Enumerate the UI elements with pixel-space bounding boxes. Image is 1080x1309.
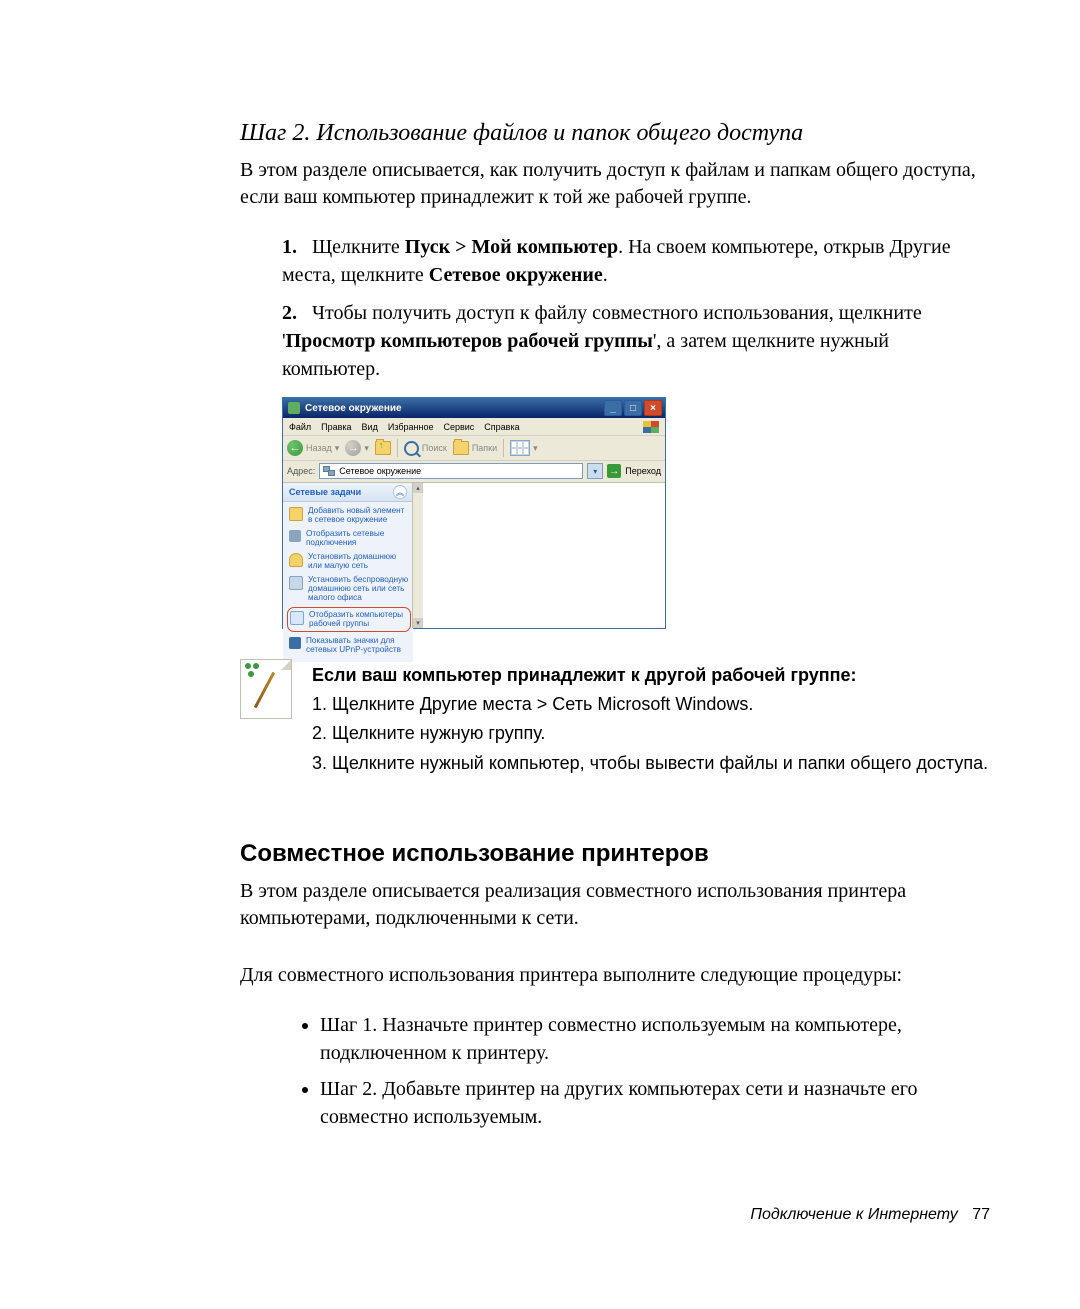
page-footer: Подключение к Интернету 77 (750, 1206, 990, 1224)
window-title: Сетевое окружение (305, 403, 604, 414)
home-icon (289, 553, 303, 567)
task-setup-wireless[interactable]: Установить беспроводную домашнюю сеть ил… (289, 575, 409, 603)
address-label: Адрес: (287, 466, 315, 476)
views-button[interactable]: ▾ (510, 440, 538, 456)
toolbar-separator (503, 439, 504, 457)
document-page: Шаг 2. Использование файлов и папок обще… (0, 0, 1080, 1309)
section-paragraph: Для совместного использования принтера в… (240, 962, 990, 989)
note-item: 1. Щелкните Другие места > Сеть Microsof… (312, 692, 988, 717)
section-paragraph: В этом разделе описывается реализация со… (240, 878, 990, 932)
item-number: 2. (282, 302, 297, 324)
task-show-connections[interactable]: Отобразить сетевые подключения (289, 529, 409, 548)
page-number: 77 (972, 1206, 990, 1223)
folder-icon (289, 507, 303, 521)
task-view-workgroup[interactable]: Отобразить компьютеры рабочей группы (287, 607, 411, 632)
task-upnp-icons[interactable]: Показывать значки для сетевых UPnP-устро… (289, 636, 409, 655)
step-title: Шаг 2. Использование файлов и папок обще… (240, 120, 990, 147)
xp-body: Сетевые задачи ︽ Добавить новый элемент … (283, 483, 665, 628)
note-block: Если ваш компьютер принадлежит к другой … (240, 659, 990, 780)
windows-flag-icon (643, 421, 659, 433)
menu-view[interactable]: Вид (362, 422, 378, 432)
section-printers-title: Совместное использование принтеров (240, 840, 990, 868)
collapse-icon[interactable]: ︽ (393, 485, 407, 499)
instruction-list: 1. Щелкните Пуск > Мой компьютер. На сво… (240, 233, 990, 383)
address-field[interactable]: Сетевое окружение (319, 463, 583, 479)
menu-help[interactable]: Справка (484, 422, 519, 432)
scroll-down-icon[interactable]: ▾ (413, 618, 423, 628)
go-label: Переход (625, 466, 661, 476)
forward-button[interactable]: → ▾ (345, 440, 369, 456)
xp-titlebar: Сетевое окружение _ □ × (283, 398, 665, 418)
menu-edit[interactable]: Правка (321, 422, 351, 432)
tasks-panel: Сетевые задачи ︽ Добавить новый элемент … (283, 483, 414, 628)
list-item: 1. Щелкните Пуск > Мой компьютер. На сво… (282, 233, 990, 289)
go-button[interactable]: → (607, 464, 621, 478)
wireless-icon (289, 576, 303, 590)
menu-file[interactable]: Файл (289, 422, 311, 432)
up-button[interactable] (375, 441, 391, 455)
menu-favorites[interactable]: Избранное (388, 422, 434, 432)
panel-header[interactable]: Сетевые задачи ︽ (283, 483, 413, 502)
item-number: 1. (282, 236, 297, 258)
minimize-button[interactable]: _ (604, 400, 622, 416)
scrollbar[interactable]: ▴ ▾ (412, 483, 423, 628)
note-heading: Если ваш компьютер принадлежит к другой … (312, 665, 856, 685)
network-icon (323, 465, 335, 477)
computers-icon (290, 611, 304, 625)
bullet-item: Шаг 1. Назначьте принтер совместно испол… (320, 1011, 990, 1067)
pen-icon (254, 672, 275, 709)
upnp-icon (289, 637, 301, 649)
xp-menubar: Файл Правка Вид Избранное Сервис Справка (283, 418, 665, 436)
close-button[interactable]: × (644, 400, 662, 416)
bullet-list: Шаг 1. Назначьте принтер совместно испол… (240, 1011, 990, 1131)
shamrock-icon (245, 663, 259, 677)
list-item: 2. Чтобы получить доступ к файлу совмест… (282, 299, 990, 383)
xp-toolbar: ←Назад ▾ → ▾ Поиск Папки ▾ (283, 436, 665, 461)
window-icon (288, 402, 300, 414)
note-item: 2. Щелкните нужную группу. (312, 721, 988, 746)
intro-paragraph: В этом разделе описывается, как получить… (240, 157, 990, 211)
note-icon (240, 659, 292, 719)
content-area (424, 483, 665, 628)
maximize-button[interactable]: □ (624, 400, 642, 416)
address-dropdown[interactable]: ▾ (587, 463, 603, 479)
note-item: 3. Щелкните нужный компьютер, чтобы выве… (312, 751, 988, 776)
footer-text: Подключение к Интернету (750, 1206, 957, 1223)
scroll-up-icon[interactable]: ▴ (413, 483, 423, 493)
toolbar-separator (397, 439, 398, 457)
address-bar: Адрес: Сетевое окружение ▾ → Переход (283, 461, 665, 483)
network-icon (289, 530, 301, 542)
task-setup-home-network[interactable]: Установить домашнюю или малую сеть (289, 552, 409, 571)
folders-button[interactable]: Папки (453, 441, 497, 455)
search-button[interactable]: Поиск (404, 441, 447, 456)
menu-tools[interactable]: Сервис (443, 422, 474, 432)
back-button[interactable]: ←Назад ▾ (287, 440, 339, 456)
bullet-item: Шаг 2. Добавьте принтер на других компью… (320, 1075, 990, 1131)
task-add-network-place[interactable]: Добавить новый элемент в сетевое окружен… (289, 506, 409, 525)
xp-window: Сетевое окружение _ □ × Файл Правка Вид … (282, 397, 666, 629)
